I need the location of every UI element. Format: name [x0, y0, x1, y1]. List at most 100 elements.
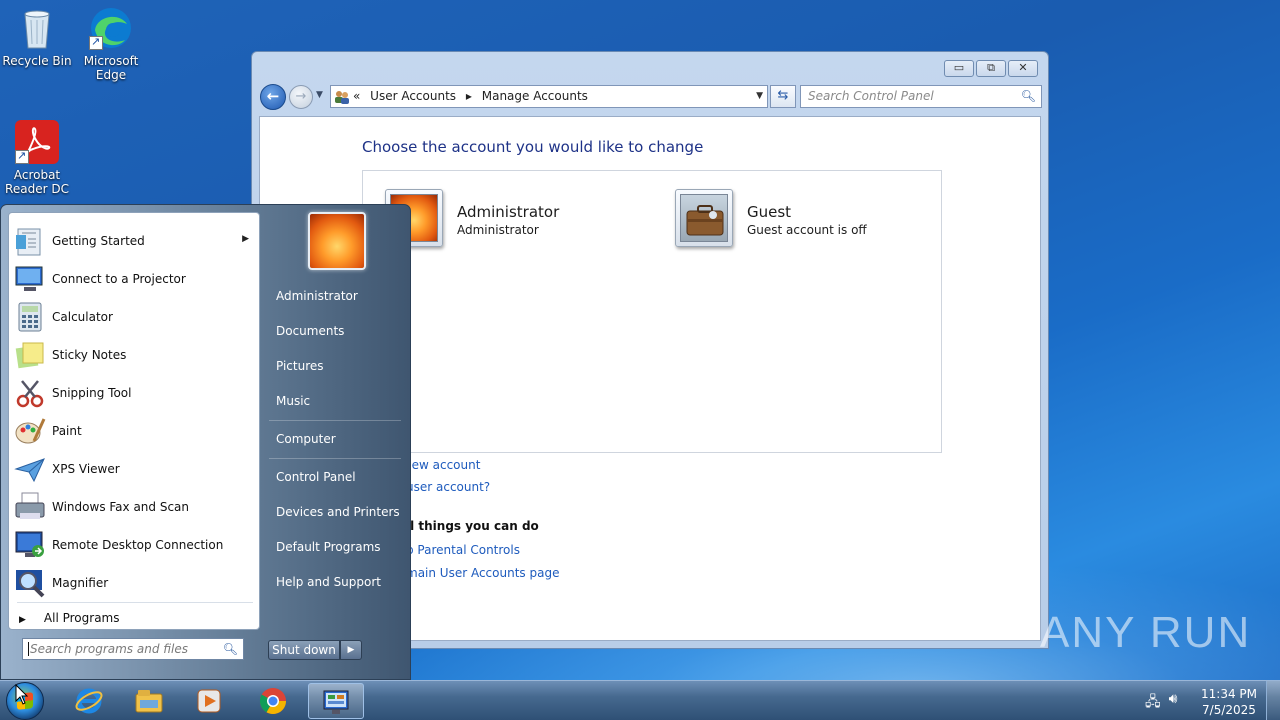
program-fax-scan[interactable]: Windows Fax and Scan [9, 488, 259, 526]
xps-viewer-icon [14, 453, 46, 485]
taskbar-file-explorer[interactable] [122, 683, 178, 719]
refresh-button[interactable]: ⇆ [770, 85, 796, 108]
recent-pages-dropdown[interactable]: ▼ [316, 90, 323, 100]
taskbar-control-panel[interactable] [308, 683, 364, 719]
program-getting-started[interactable]: Getting Started ▶ [9, 222, 259, 260]
program-remote-desktop[interactable]: Remote Desktop Connection [9, 526, 259, 564]
program-snipping-tool[interactable]: Snipping Tool [9, 374, 259, 412]
address-dropdown-icon[interactable]: ▼ [756, 86, 763, 107]
acrobat-icon [15, 120, 59, 164]
search-input[interactable]: Search Control Panel 🔍︎ [800, 85, 1042, 108]
search-icon[interactable]: 🔍︎ [1021, 86, 1036, 107]
program-calculator[interactable]: Calculator [9, 298, 259, 336]
account-guest[interactable]: Guest Guest account is off [675, 189, 935, 249]
shutdown-options-button[interactable]: ▶ [340, 640, 362, 660]
program-label: Magnifier [52, 576, 109, 590]
control-panel-icon [321, 687, 351, 717]
address-bar[interactable]: « User Accounts ▸ Manage Accounts ▼ [330, 85, 768, 108]
search-placeholder: Search Control Panel [808, 89, 934, 103]
taskbar-media-player[interactable] [182, 683, 238, 719]
taskbar-internet-explorer[interactable] [62, 683, 118, 719]
paint-icon [14, 415, 46, 447]
system-tray: 🖧 🔊︎ [1145, 691, 1177, 715]
maximize-button[interactable]: ⧉ [976, 60, 1006, 77]
user-picture[interactable] [308, 212, 366, 270]
edge-icon [89, 6, 133, 50]
recycle-bin-icon [15, 6, 59, 50]
text-caret [28, 642, 29, 656]
program-magnifier[interactable]: Magnifier [9, 564, 259, 602]
start-right-divider [269, 420, 401, 421]
start-item-music[interactable]: Music [276, 394, 310, 408]
media-player-icon [194, 686, 224, 716]
account-name: Administrator [457, 203, 560, 221]
calculator-icon [14, 301, 46, 333]
parental-controls-link[interactable]: p Parental Controls [406, 543, 520, 557]
account-administrator[interactable]: Administrator Administrator [385, 189, 645, 249]
taskbar-chrome[interactable] [246, 683, 302, 719]
program-label: XPS Viewer [52, 462, 120, 476]
start-item-computer[interactable]: Computer [276, 432, 336, 446]
start-item-control-panel[interactable]: Control Panel [276, 470, 356, 484]
start-item-pictures[interactable]: Pictures [276, 359, 324, 373]
main-user-accounts-link[interactable]: main User Accounts page [406, 566, 559, 580]
volume-icon[interactable]: 🔊︎ [1169, 691, 1178, 715]
internet-explorer-icon [74, 686, 104, 716]
programs-divider [17, 602, 253, 603]
desktop-icon-edge[interactable]: Microsoft Edge [74, 6, 148, 82]
account-picture [675, 189, 733, 247]
start-search-input[interactable]: Search programs and files 🔍︎ [22, 638, 244, 660]
getting-started-icon [14, 225, 46, 257]
minimize-button[interactable]: ▭ [944, 60, 974, 77]
window-controls: ▭ ⧉ ✕ [944, 60, 1038, 77]
desktop-icon-acrobat[interactable]: Acrobat Reader DC [0, 120, 74, 196]
magnifier-icon [14, 567, 46, 599]
program-label: Remote Desktop Connection [52, 538, 224, 552]
program-label: Snipping Tool [52, 386, 132, 400]
start-item-administrator[interactable]: Administrator [276, 289, 358, 303]
remote-desktop-icon [14, 529, 46, 561]
start-right-divider [269, 458, 401, 459]
mouse-cursor-icon [15, 684, 29, 705]
user-accounts-icon [334, 89, 350, 104]
breadcrumb-manage-accounts[interactable]: Manage Accounts [482, 89, 588, 103]
desktop-icon-recycle-bin[interactable]: Recycle Bin [0, 6, 74, 68]
program-connect-projector[interactable]: Connect to a Projector [9, 260, 259, 298]
programs-pane: Getting Started ▶ Connect to a Projector… [8, 212, 260, 630]
back-button[interactable]: ← [260, 84, 286, 110]
program-sticky-notes[interactable]: Sticky Notes [9, 336, 259, 374]
search-icon[interactable]: 🔍︎ [223, 639, 238, 659]
close-button[interactable]: ✕ [1008, 60, 1038, 77]
desktop-icon-label: Acrobat Reader DC [5, 168, 69, 196]
breadcrumb-overflow[interactable]: « [353, 89, 360, 103]
start-item-default-programs[interactable]: Default Programs [276, 540, 381, 554]
clock-date: 7/5/2025 [1202, 703, 1256, 717]
submenu-arrow-icon[interactable]: ▶ [242, 234, 249, 244]
all-programs-button[interactable]: ▶ All Programs [19, 611, 120, 625]
shortcut-arrow-icon [15, 149, 29, 164]
start-menu: Getting Started ▶ Connect to a Projector… [0, 204, 411, 680]
program-paint[interactable]: Paint [9, 412, 259, 450]
create-account-link[interactable]: new account [404, 458, 480, 472]
page-title: Choose the account you would like to cha… [362, 138, 704, 156]
chrome-icon [258, 686, 288, 716]
account-status: Guest account is off [747, 223, 867, 237]
what-is-user-account-link[interactable]: user account? [406, 480, 490, 494]
navigation-bar: ← → ▼ « User Accounts ▸ Manage Accounts … [260, 84, 1042, 110]
network-icon[interactable]: 🖧 [1145, 691, 1161, 715]
sticky-notes-icon [14, 339, 46, 371]
shutdown-button[interactable]: Shut down [268, 640, 340, 660]
start-item-devices-printers[interactable]: Devices and Printers [276, 505, 400, 519]
program-xps-viewer[interactable]: XPS Viewer [9, 450, 259, 488]
taskbar-clock[interactable]: 11:34 PM 7/5/2025 [1196, 686, 1262, 718]
start-item-documents[interactable]: Documents [276, 324, 344, 338]
fax-scan-icon [14, 491, 46, 523]
show-desktop-button[interactable] [1266, 681, 1280, 720]
breadcrumb-separator-icon[interactable]: ▸ [466, 89, 472, 103]
breadcrumb-user-accounts[interactable]: User Accounts [370, 89, 456, 103]
forward-button[interactable]: → [289, 85, 313, 109]
all-programs-label: All Programs [43, 611, 120, 625]
additional-things-heading: al things you can do [402, 519, 539, 533]
start-item-help-support[interactable]: Help and Support [276, 575, 381, 589]
all-programs-arrow-icon: ▶ [19, 615, 26, 625]
